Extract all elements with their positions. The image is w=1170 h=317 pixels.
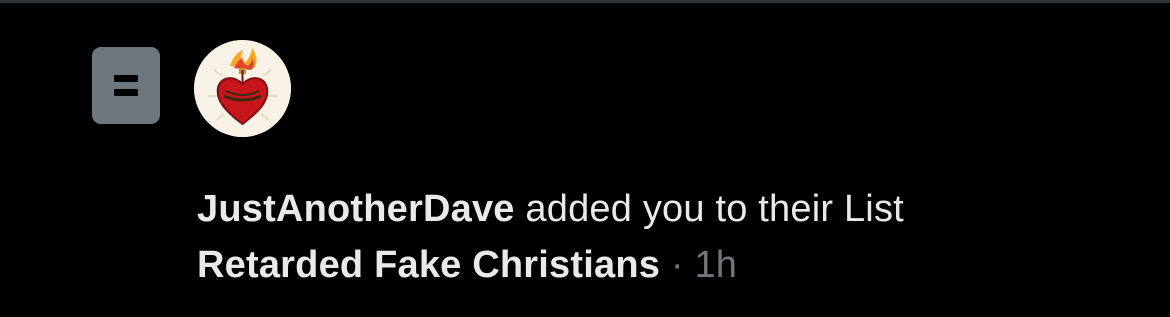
list-icon xyxy=(92,47,160,124)
list-icon-bar xyxy=(114,75,138,82)
username-link[interactable]: JustAnotherDave xyxy=(197,188,515,230)
separator-dot: · xyxy=(660,244,695,286)
list-name-link[interactable]: Retarded Fake Christians xyxy=(197,244,660,286)
timestamp: 1h xyxy=(694,244,738,286)
action-text: added you to their List xyxy=(514,188,904,230)
list-icon-bar xyxy=(114,89,138,96)
notification-text: JustAnotherDave added you to their List … xyxy=(197,181,1137,293)
avatar[interactable] xyxy=(194,40,291,137)
sacred-heart-icon xyxy=(194,40,291,137)
list-notification[interactable]: JustAnotherDave added you to their List … xyxy=(0,3,1170,317)
